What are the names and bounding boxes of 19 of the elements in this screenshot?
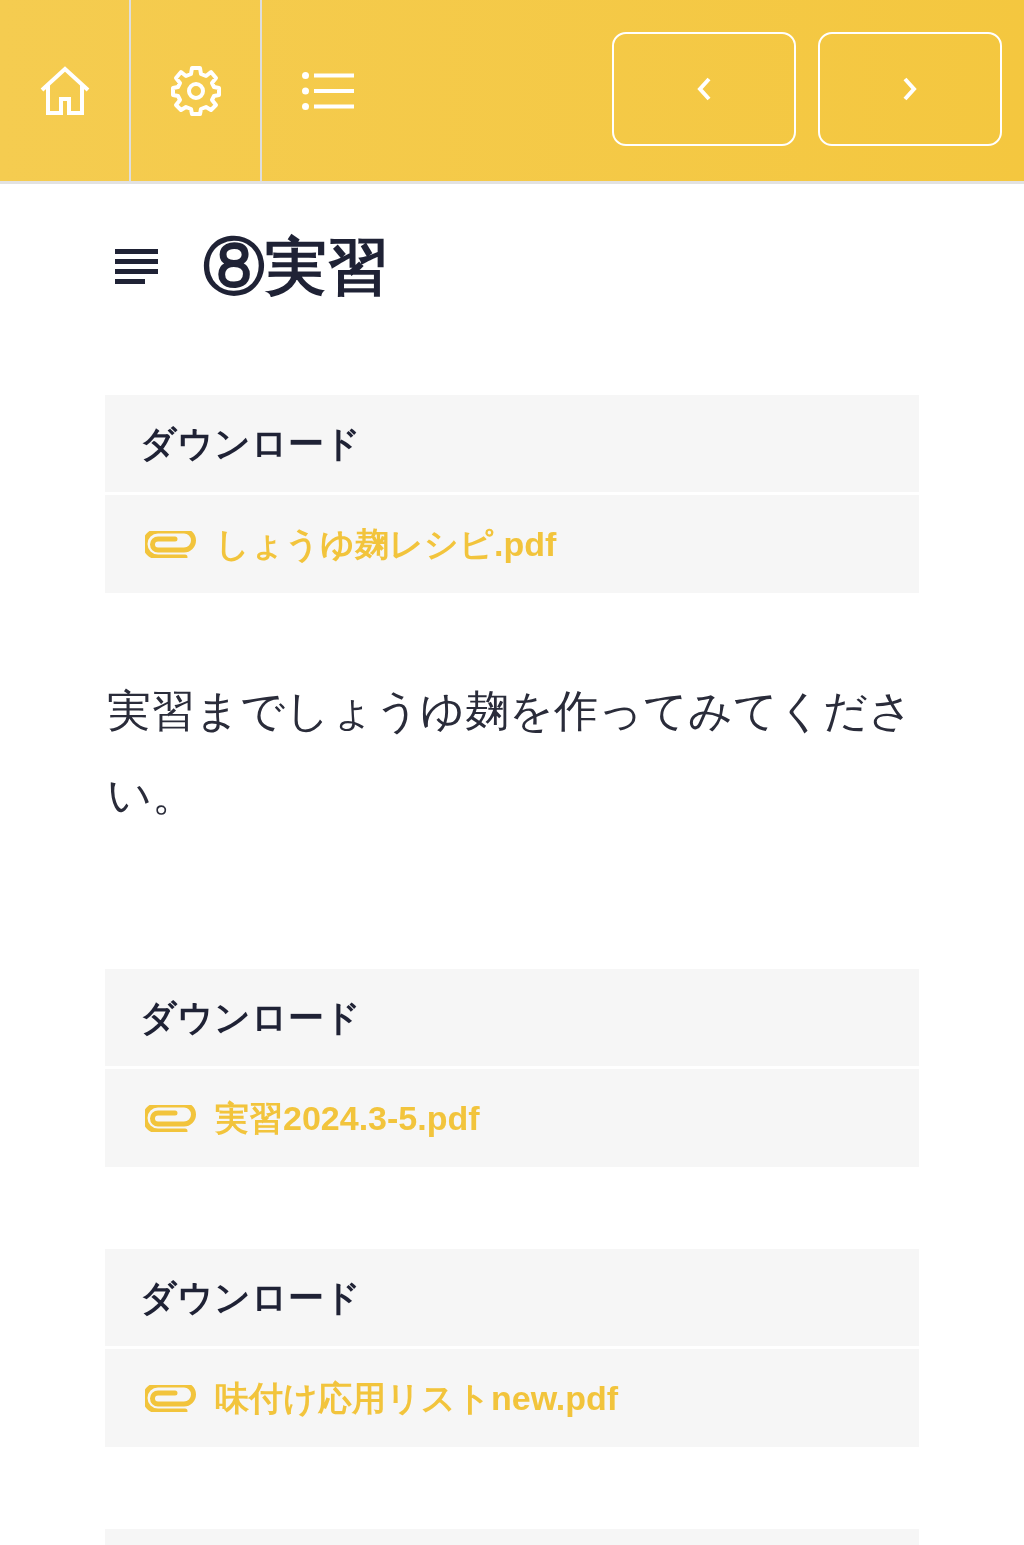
previous-button[interactable] bbox=[612, 32, 796, 146]
page-title: ⑧実習 bbox=[203, 236, 389, 298]
list-icon bbox=[301, 71, 354, 110]
file-link[interactable]: しょうゆ麹レシピ.pdf bbox=[145, 518, 557, 570]
paperclip-icon bbox=[145, 1384, 197, 1412]
file-link[interactable]: 味付け応用リストnew.pdf bbox=[145, 1372, 619, 1424]
card-heading: ダウンロード bbox=[140, 995, 361, 1040]
body-text: 実習までしょうゆ麹を作ってみてください。 bbox=[106, 685, 914, 821]
next-button[interactable] bbox=[818, 32, 1002, 146]
file-link[interactable]: 実習2024.3-5.pdf bbox=[145, 1092, 480, 1144]
home-icon bbox=[38, 65, 91, 116]
chevron-right-icon bbox=[903, 77, 917, 101]
card-heading: ダウンロード bbox=[140, 1275, 361, 1320]
card-heading: ダウンロード bbox=[140, 421, 361, 466]
paperclip-icon bbox=[145, 1104, 197, 1132]
text-lines-icon bbox=[115, 249, 158, 285]
chevron-left-icon bbox=[697, 77, 711, 101]
settings-icon bbox=[169, 64, 222, 117]
paperclip-icon bbox=[145, 530, 197, 558]
